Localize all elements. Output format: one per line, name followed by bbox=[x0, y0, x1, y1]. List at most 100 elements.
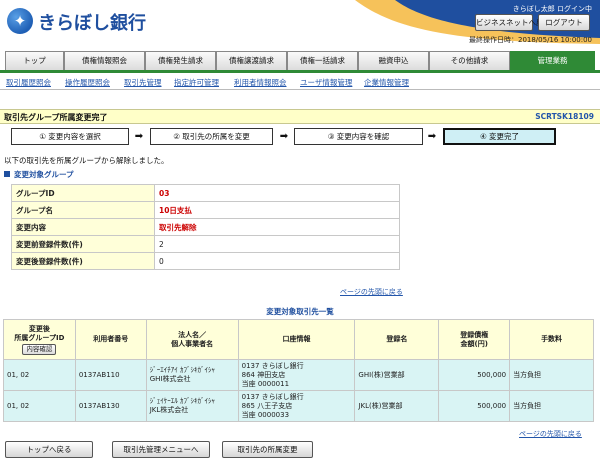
back-to-top-link-bottom[interactable]: ページの先頭に戻る bbox=[519, 429, 582, 439]
col-registered-name: 登録名 bbox=[354, 319, 440, 360]
back-to-top-button[interactable]: トップへ戻る bbox=[5, 441, 93, 458]
cell-amount: 500,000 bbox=[438, 390, 511, 422]
page-title: 取引先グループ所属変更完了 bbox=[4, 113, 108, 122]
section-heading-group: 変更対象グループ bbox=[4, 169, 74, 180]
tab-loan-application[interactable]: 融資申込 bbox=[358, 51, 429, 70]
col-amount: 登録債権 金額(円) bbox=[438, 319, 511, 360]
col-user-no: 利用者番号 bbox=[74, 319, 147, 360]
step-2: ② 取引先の所属を変更 bbox=[150, 128, 273, 145]
header: ✦ きらぼし銀行 きらぼし太郎 ログイン中 ビジネスネットへ戻る ログアウト 最… bbox=[0, 0, 600, 44]
submenu-permission-management[interactable]: 指定許可管理 bbox=[174, 77, 219, 88]
cell-account: 0137 きらぼし銀行 864 神田支店 当座 0000011 bbox=[237, 359, 356, 391]
submenu-partner-management[interactable]: 取引先管理 bbox=[124, 77, 162, 88]
table-row: グループID 03 bbox=[11, 184, 400, 202]
cell-bank: 0137 きらぼし銀行 bbox=[241, 392, 304, 401]
submenu-user-info-inquiry[interactable]: 利用者情報照会 bbox=[234, 77, 287, 88]
col-amount-line1: 登録債権 bbox=[460, 330, 489, 339]
tab-claim-inquiry[interactable]: 債権情報照会 bbox=[64, 51, 145, 70]
cell-account-no: 当座 0000033 bbox=[241, 410, 290, 419]
col-group-id: 変更後 所属グループID 内容確認 bbox=[3, 319, 76, 360]
arrow-right-icon: ➡ bbox=[134, 131, 144, 142]
cell-fee: 当方負担 bbox=[509, 390, 594, 422]
group-info-table: グループID 03 グループ名 10日支払 変更内容 取引先解除 変更前登録件数… bbox=[11, 184, 400, 270]
user-status: きらぼし太郎 ログイン中 bbox=[512, 5, 592, 13]
partner-menu-button[interactable]: 取引先管理メニューへ bbox=[112, 441, 210, 458]
col-name-line2: 個人事業者名 bbox=[171, 339, 214, 348]
page-title-bar: 取引先グループ所属変更完了 SCRTSK18109 bbox=[0, 109, 600, 124]
group-name-label: グループ名 bbox=[11, 201, 155, 219]
col-group-id-line2: 所属グループID bbox=[14, 333, 65, 342]
cell-bank: 0137 きらぼし銀行 bbox=[241, 361, 304, 370]
change-type-value: 取引先解除 bbox=[154, 218, 400, 236]
col-account: 口座情報 bbox=[237, 319, 356, 360]
arrow-right-icon: ➡ bbox=[427, 131, 437, 142]
cell-name-kana: ｼﾞｪｲｹｰｴﾙ ｶﾌﾞｼｷｶﾞｲｼｬ bbox=[149, 397, 215, 405]
submenu-user-info-management[interactable]: ユーザ情報管理 bbox=[300, 77, 352, 88]
arrow-right-icon: ➡ bbox=[279, 131, 289, 142]
partner-list-table: 変更後 所属グループID 内容確認 利用者番号 法人名／ 個人事業者名 口座情報… bbox=[3, 319, 594, 422]
cell-account: 0137 きらぼし銀行 865 八王子支店 当座 0000033 bbox=[237, 390, 356, 422]
cell-fee: 当方負担 bbox=[509, 359, 594, 391]
cell-registered-name: JKL(株)営業部 bbox=[354, 390, 440, 422]
cell-name: ｼﾞｪｲｹｰｴﾙ ｶﾌﾞｼｷｶﾞｲｼｬ JKL株式会社 bbox=[145, 390, 239, 422]
bank-logo-text: きらぼし銀行 bbox=[38, 13, 146, 34]
step-4-current: ④ 変更完了 bbox=[443, 128, 556, 145]
logout-button[interactable]: ログアウト bbox=[538, 14, 590, 31]
sub-menu: 取引履歴照会 操作履歴照会 取引先管理 指定許可管理 利用者情報照会 ユーザ情報… bbox=[0, 73, 600, 90]
cell-amount: 500,000 bbox=[438, 359, 511, 391]
table-row: 01, 02 0137AB130 ｼﾞｪｲｹｰｴﾙ ｶﾌﾞｼｷｶﾞｲｼｬ JKL… bbox=[3, 390, 594, 422]
col-fee: 手数料 bbox=[509, 319, 594, 360]
cell-name: ｼﾞｰｴｲﾁｱｲ ｶﾌﾞｼｷｶﾞｲｼｬ GHI株式会社 bbox=[145, 359, 239, 391]
change-type-label: 変更内容 bbox=[11, 218, 155, 236]
table-row: グループ名 10日支払 bbox=[11, 201, 400, 219]
back-to-top-link[interactable]: ページの先頭に戻る bbox=[340, 287, 403, 297]
tab-bulk-request[interactable]: 債権一括請求 bbox=[287, 51, 358, 70]
last-operation-time: 最終操作日時：2018/05/16 10:00:00 bbox=[468, 36, 592, 44]
change-affiliation-button[interactable]: 取引先の所属変更 bbox=[222, 441, 313, 458]
after-count-value: 0 bbox=[154, 252, 400, 270]
star-icon: ✦ bbox=[13, 12, 27, 30]
tab-other-requests[interactable]: その他請求 bbox=[429, 51, 510, 70]
step-3: ③ 変更内容を確認 bbox=[294, 128, 423, 145]
step-1: ① 変更内容を選択 bbox=[11, 128, 129, 145]
submenu-transaction-history[interactable]: 取引履歴照会 bbox=[6, 77, 51, 88]
after-count-label: 変更後登録件数(件) bbox=[11, 252, 155, 270]
col-name: 法人名／ 個人事業者名 bbox=[145, 319, 239, 360]
submenu-company-info[interactable]: 企業情報管理 bbox=[364, 77, 409, 88]
list-title: 変更対象取引先一覧 bbox=[266, 307, 334, 316]
screen-id: SCRTSK18109 bbox=[535, 112, 594, 121]
cell-user-no: 0137AB130 bbox=[74, 390, 147, 422]
cell-registered-name: GHI(株)営業部 bbox=[354, 359, 440, 391]
section-heading-label: 変更対象グループ bbox=[14, 170, 74, 179]
before-count-label: 変更前登録件数(件) bbox=[11, 235, 155, 253]
main-tabs: トップ 債権情報照会 債権発生請求 債権譲渡請求 債権一括請求 融資申込 その他… bbox=[0, 51, 600, 70]
tab-claim-transfer[interactable]: 債権譲渡請求 bbox=[216, 51, 287, 70]
before-count-value: 2 bbox=[154, 235, 400, 253]
table-header-row: 変更後 所属グループID 内容確認 利用者番号 法人名／ 個人事業者名 口座情報… bbox=[3, 319, 594, 360]
cell-user-no: 0137AB110 bbox=[74, 359, 147, 391]
square-bullet-icon bbox=[4, 171, 10, 177]
tab-claim-issuance[interactable]: 債権発生請求 bbox=[145, 51, 216, 70]
content-confirm-button[interactable]: 内容確認 bbox=[22, 343, 57, 355]
col-amount-line2: 金額(円) bbox=[460, 339, 488, 348]
table-row: 変更後登録件数(件) 0 bbox=[11, 252, 400, 270]
cell-name-company: JKL株式会社 bbox=[149, 406, 189, 414]
table-row: 変更前登録件数(件) 2 bbox=[11, 235, 400, 253]
col-name-line1: 法人名／ bbox=[178, 330, 207, 339]
table-row: 01, 02 0137AB110 ｼﾞｰｴｲﾁｱｲ ｶﾌﾞｼｷｶﾞｲｼｬ GHI… bbox=[3, 359, 594, 391]
tab-top[interactable]: トップ bbox=[5, 51, 64, 70]
cell-name-kana: ｼﾞｰｴｲﾁｱｲ ｶﾌﾞｼｷｶﾞｲｼｬ bbox=[149, 366, 215, 374]
table-row: 変更内容 取引先解除 bbox=[11, 218, 400, 236]
cell-name-company: GHI株式会社 bbox=[149, 375, 191, 383]
cell-branch: 865 八王子支店 bbox=[241, 401, 293, 410]
cell-account-no: 当座 0000011 bbox=[241, 379, 290, 388]
tab-management[interactable]: 管理業務 bbox=[510, 51, 595, 70]
group-name-value: 10日支払 bbox=[154, 201, 400, 219]
col-group-id-line1: 変更後 bbox=[28, 324, 50, 333]
group-id-value: 03 bbox=[154, 184, 400, 202]
back-to-business-net-button[interactable]: ビジネスネットへ戻る bbox=[475, 14, 551, 31]
group-id-label: グループID bbox=[11, 184, 155, 202]
cell-group-id: 01, 02 bbox=[3, 390, 76, 422]
submenu-operation-history[interactable]: 操作履歴照会 bbox=[65, 77, 110, 88]
cell-branch: 864 神田支店 bbox=[241, 370, 286, 379]
